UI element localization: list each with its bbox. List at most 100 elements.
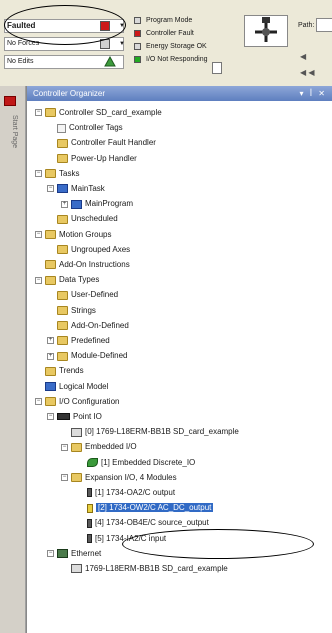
folder-icon [57, 305, 68, 315]
tree-item[interactable]: [5] 1734-IA2/C input [77, 532, 166, 546]
tree-item[interactable]: + Module-Defined [47, 349, 127, 363]
online-toolbar: Faulted ▼ No Forces ▼ No Edits Program M… [0, 0, 332, 86]
edits-text: No Edits [7, 58, 34, 65]
tree-item-label-selected: [2] 1734-OW2/C AC_DC_output [96, 503, 214, 513]
tree-item[interactable]: Controller Tags [47, 121, 123, 135]
tree-item[interactable]: Ungrouped Axes [47, 243, 130, 257]
expand-icon[interactable]: + [47, 352, 54, 360]
forces-text: No Forces [7, 40, 40, 47]
folder-icon [57, 214, 68, 224]
tree-item-label: User-Defined [71, 290, 119, 300]
tree-item[interactable]: [1] Embedded Discrete_IO [77, 456, 195, 470]
tree-node-icon [71, 199, 82, 209]
folder-icon [71, 473, 82, 483]
tree-item-label: Controller Tags [69, 123, 123, 133]
tree-item-label: MainTask [71, 184, 105, 193]
tree-node-icon [57, 123, 66, 133]
tree-item[interactable]: [1] 1734-OA2/C output [77, 486, 175, 500]
path-field[interactable] [316, 18, 332, 32]
collapse-icon[interactable]: − [35, 276, 42, 284]
expand-icon[interactable]: + [47, 337, 54, 345]
organizer-titlebar: Controller Organizer ▾ ꟾ ✕ [27, 86, 332, 101]
tree-item-label: I/O Configuration [59, 396, 120, 406]
tree-item[interactable]: Strings [47, 304, 96, 318]
status-item-label: Controller Fault [146, 30, 194, 37]
tree-item[interactable]: − Controller SD_card_example [35, 106, 162, 120]
collapse-icon[interactable]: − [35, 230, 42, 238]
tree-node-icon [57, 413, 70, 421]
tree-item-label: Strings [71, 305, 96, 315]
tree-item[interactable]: Unscheduled [47, 212, 118, 226]
tree-item-label: [4] 1734-OB4E/C source_output [95, 518, 209, 528]
mode-dropdown-arrow[interactable]: ▼ [118, 20, 126, 32]
tree-item-label: Module-Defined [71, 351, 128, 361]
tree-node-icon [87, 518, 92, 528]
edits-lock-icon [104, 56, 116, 67]
tree-item[interactable]: − Data Types [35, 273, 99, 287]
keyswitch-icon [244, 15, 288, 47]
tree-node-icon [87, 533, 92, 543]
collapse-icon[interactable]: − [61, 443, 68, 451]
start-page-icon [4, 96, 16, 106]
tree-item-label: Add-On-Defined [71, 320, 129, 330]
tree-item-label: Ungrouped Axes [71, 244, 131, 254]
controller-mode-text: Faulted [7, 21, 36, 30]
start-page-tab-label: Start Page [11, 115, 18, 149]
tree-item[interactable]: [4] 1734-OB4E/C source_output [77, 516, 209, 530]
tree-item[interactable]: − I/O Configuration [35, 395, 119, 409]
document-icon[interactable] [212, 62, 222, 74]
tree-node-icon [57, 549, 68, 559]
tree-item[interactable]: Add-On-Defined [47, 319, 129, 333]
tree-item-label: Add-On Instructions [59, 260, 130, 269]
collapse-icon[interactable]: − [47, 185, 54, 193]
collapse-icon[interactable]: − [47, 550, 54, 558]
tree-item[interactable]: User-Defined [47, 288, 118, 302]
organizer-title: Controller Organizer [33, 89, 106, 98]
forces-dropdown-arrow[interactable]: ▼ [118, 38, 126, 50]
expand-icon[interactable]: + [61, 200, 68, 208]
tree-item[interactable]: − Ethernet [47, 547, 101, 561]
tree-item[interactable]: Power-Up Handler [47, 152, 137, 166]
start-page-tab[interactable] [0, 86, 26, 633]
tree-item[interactable]: Add-On Instructions [35, 258, 130, 272]
tree-item[interactable]: − Tasks [35, 167, 79, 181]
tree-item[interactable]: [2] 1734-OW2/C AC_DC_output [77, 501, 214, 515]
collapse-icon[interactable]: − [35, 109, 42, 117]
status-led-icon [134, 56, 141, 63]
tree-item[interactable]: Trends [35, 364, 84, 378]
folder-icon [71, 442, 82, 452]
collapse-icon[interactable]: − [61, 474, 68, 482]
tree-item[interactable]: − Embedded I/O [61, 440, 137, 454]
controller-organizer-panel: Controller Organizer ▾ ꟾ ✕ − Controller S… [26, 86, 332, 633]
tree-node-icon [71, 427, 82, 437]
tree-item[interactable]: 1769-L18ERM-BB1B SD_card_example [61, 562, 228, 576]
path-label: Path: [298, 22, 315, 29]
tree-item[interactable]: − MainTask [47, 182, 105, 196]
tree-item[interactable]: Logical Model [35, 380, 108, 394]
folder-icon [45, 397, 56, 407]
collapse-icon[interactable]: − [35, 398, 42, 406]
tree-item-label: Controller SD_card_example [59, 108, 162, 117]
scroll-back-button[interactable]: ◀ [300, 52, 306, 61]
tree-item[interactable]: [0] 1769-L18ERM-BB1B SD_card_example [61, 425, 239, 439]
scroll-back-fast-button[interactable]: ◀ ◀ [300, 68, 315, 77]
tree-node-icon [87, 503, 93, 513]
tree-item[interactable]: + Predefined [47, 334, 110, 348]
tree-item[interactable]: − Point IO [47, 410, 102, 424]
titlebar-controls-icon[interactable]: ▾ ꟾ ✕ [299, 86, 327, 101]
status-item: Program Mode [132, 14, 242, 27]
tree-item-label: Data Types [59, 275, 100, 285]
tree-item-label: 1769-L18ERM-BB1B SD_card_example [85, 564, 228, 573]
collapse-icon[interactable]: − [35, 170, 42, 178]
folder-icon [57, 336, 68, 346]
folder-icon [57, 321, 68, 331]
tree-item-label: Tasks [59, 168, 80, 178]
collapse-icon[interactable]: − [47, 413, 54, 421]
tree-item[interactable]: Controller Fault Handler [47, 136, 156, 150]
status-item: I/O Not Responding [132, 53, 242, 66]
controller-status-list: Program Mode Controller Fault Energy Stora… [132, 14, 242, 66]
forces-status-icon [100, 39, 110, 49]
tree-item[interactable]: + MainProgram [61, 197, 133, 211]
tree-item[interactable]: − Expansion I/O, 4 Modules [61, 471, 177, 485]
tree-item[interactable]: − Motion Groups [35, 228, 111, 242]
